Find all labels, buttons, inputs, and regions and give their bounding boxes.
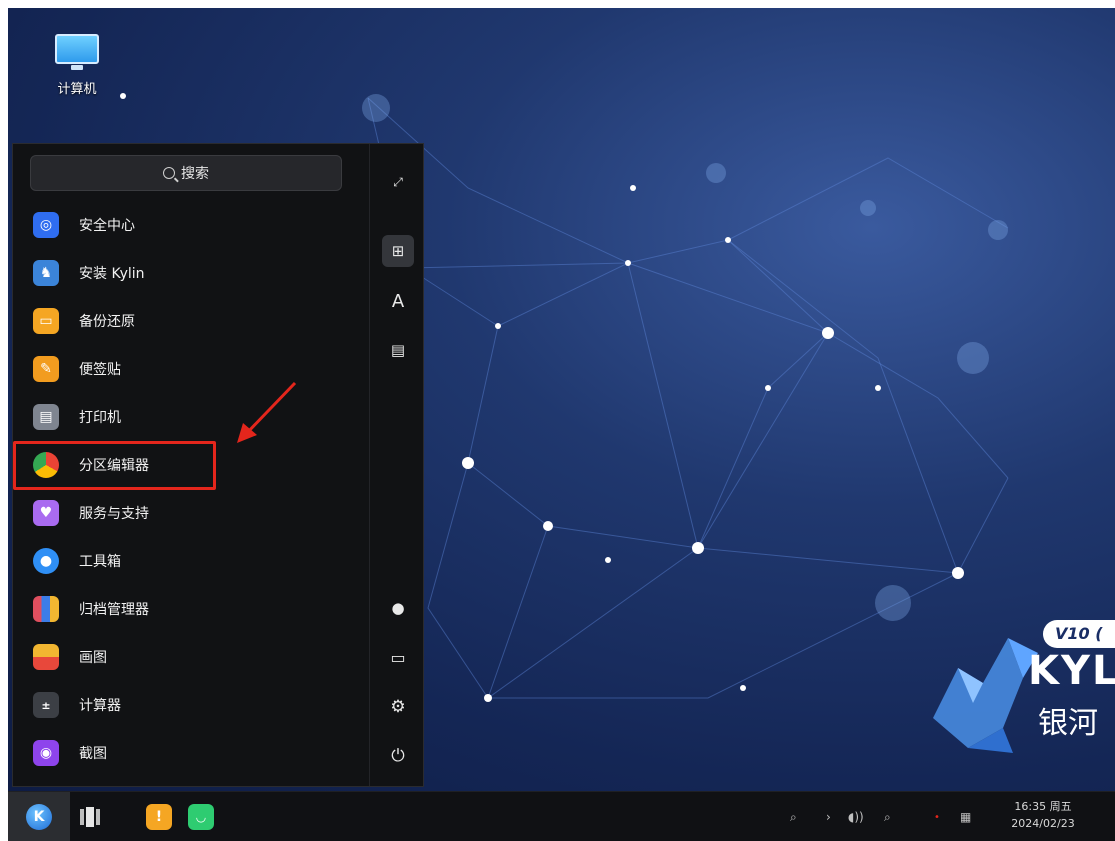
tray-expand-icon[interactable]: › <box>826 792 831 841</box>
app-label: 归档管理器 <box>79 602 149 618</box>
clock-date: 2024/02/23 <box>1011 817 1075 830</box>
tray-notify-dot-icon: • <box>934 811 940 823</box>
software-store-icon[interactable]: ◡ <box>188 804 214 830</box>
expand-icon[interactable]: ⤢ <box>382 166 414 198</box>
annotation-arrow-icon <box>237 381 297 443</box>
printer-icon: ▤ <box>33 404 59 430</box>
letter-sort-button[interactable]: A <box>382 285 414 317</box>
app-label: 截图 <box>79 746 107 762</box>
brand-name: KYL <box>1028 648 1115 694</box>
start-menu: 搜索 ◎ 安全中心 ♞ 安装 Kylin ▭ 备份还原 ✎ 便签贴 ▤ 打印机 … <box>12 143 424 787</box>
toolbox-icon: ● <box>33 548 59 574</box>
app-label: 安装 Kylin <box>79 266 145 282</box>
grid-view-icon[interactable]: ⊞ <box>382 235 414 267</box>
start-label: K <box>33 809 45 825</box>
app-label: 备份还原 <box>79 314 135 330</box>
app-label: 画图 <box>79 650 107 666</box>
install-kylin-icon: ♞ <box>33 260 59 286</box>
tray-volume-icon[interactable]: ◖)) <box>848 792 864 841</box>
app-label: 计算器 <box>79 698 121 714</box>
sticky-note-icon: ✎ <box>33 356 59 382</box>
multitask-view-icon[interactable] <box>80 807 102 827</box>
app-item-calculator[interactable]: ± 计算器 <box>33 687 353 723</box>
letter-sort-label: A <box>391 290 405 312</box>
service-support-icon: ♥ <box>33 500 59 526</box>
app-item-toolbox[interactable]: ● 工具箱 <box>33 543 353 579</box>
menu-sidebar: ⤢ ⊞ A ▤ ● ▭ ⚙ ⏻ <box>369 144 425 786</box>
version-badge: V10 ( <box>1043 620 1115 648</box>
search-placeholder: 搜索 <box>181 166 209 182</box>
app-list-panel: 搜索 ◎ 安全中心 ♞ 安装 Kylin ▭ 备份还原 ✎ 便签贴 ▤ 打印机 … <box>13 144 369 786</box>
tray-network-icon[interactable]: ⌕ <box>884 792 891 841</box>
app-item-security-center[interactable]: ◎ 安全中心 <box>33 207 353 243</box>
security-center-icon: ◎ <box>33 212 59 238</box>
desktop-computer-label: 计算机 <box>57 82 97 97</box>
app-item-printer[interactable]: ▤ 打印机 <box>33 399 353 435</box>
app-item-service-support[interactable]: ♥ 服务与支持 <box>33 495 353 531</box>
app-label: 便签贴 <box>79 362 121 378</box>
clock[interactable]: 16:35 周五 2024/02/23 <box>1003 798 1083 832</box>
search-input[interactable]: 搜索 <box>30 155 342 191</box>
paint-icon <box>33 644 59 670</box>
app-label: 安全中心 <box>79 218 135 234</box>
settings-icon[interactable]: ⚙ <box>382 691 414 723</box>
search-icon <box>163 167 175 179</box>
app-label: 工具箱 <box>79 554 121 570</box>
app-item-install-kylin[interactable]: ♞ 安装 Kylin <box>33 255 353 291</box>
app-item-sticky-note[interactable]: ✎ 便签贴 <box>33 351 353 387</box>
tray-keyboard-icon[interactable]: ▦ <box>960 792 971 841</box>
start-menu-button[interactable]: K <box>8 792 70 841</box>
screenshot-icon: ◉ <box>33 740 59 766</box>
app-item-paint[interactable]: 画图 <box>33 639 353 675</box>
power-icon[interactable]: ⏻ <box>382 740 414 772</box>
archive-manager-icon <box>33 596 59 622</box>
brand-subtitle: 银河 <box>1038 706 1098 741</box>
computer-icon <box>55 34 99 70</box>
file-manager-icon[interactable]: ! <box>146 804 172 830</box>
app-item-backup-restore[interactable]: ▭ 备份还原 <box>33 303 353 339</box>
backup-restore-icon: ▭ <box>33 308 59 334</box>
calculator-icon: ± <box>33 692 59 718</box>
app-label: 服务与支持 <box>79 506 149 522</box>
category-icon[interactable]: ▤ <box>382 334 414 366</box>
clock-time: 16:35 周五 <box>1014 800 1072 813</box>
app-item-screenshot[interactable]: ◉ 截图 <box>33 735 353 771</box>
desktop-computer-shortcut[interactable]: 计算机 <box>42 34 112 97</box>
user-icon[interactable]: ● <box>382 592 414 624</box>
taskbar: K ! ◡ ⌕ › ◖)) ⌕ • ▦ 16:35 周五 2024/02/23 <box>8 791 1115 841</box>
highlight-annotation-box <box>13 441 216 490</box>
app-item-archive-manager[interactable]: 归档管理器 <box>33 591 353 627</box>
kylin-start-icon: K <box>26 804 52 830</box>
computer-icon[interactable]: ▭ <box>382 641 414 673</box>
app-label: 打印机 <box>79 410 121 426</box>
tray-search-icon[interactable]: ⌕ <box>790 792 797 841</box>
